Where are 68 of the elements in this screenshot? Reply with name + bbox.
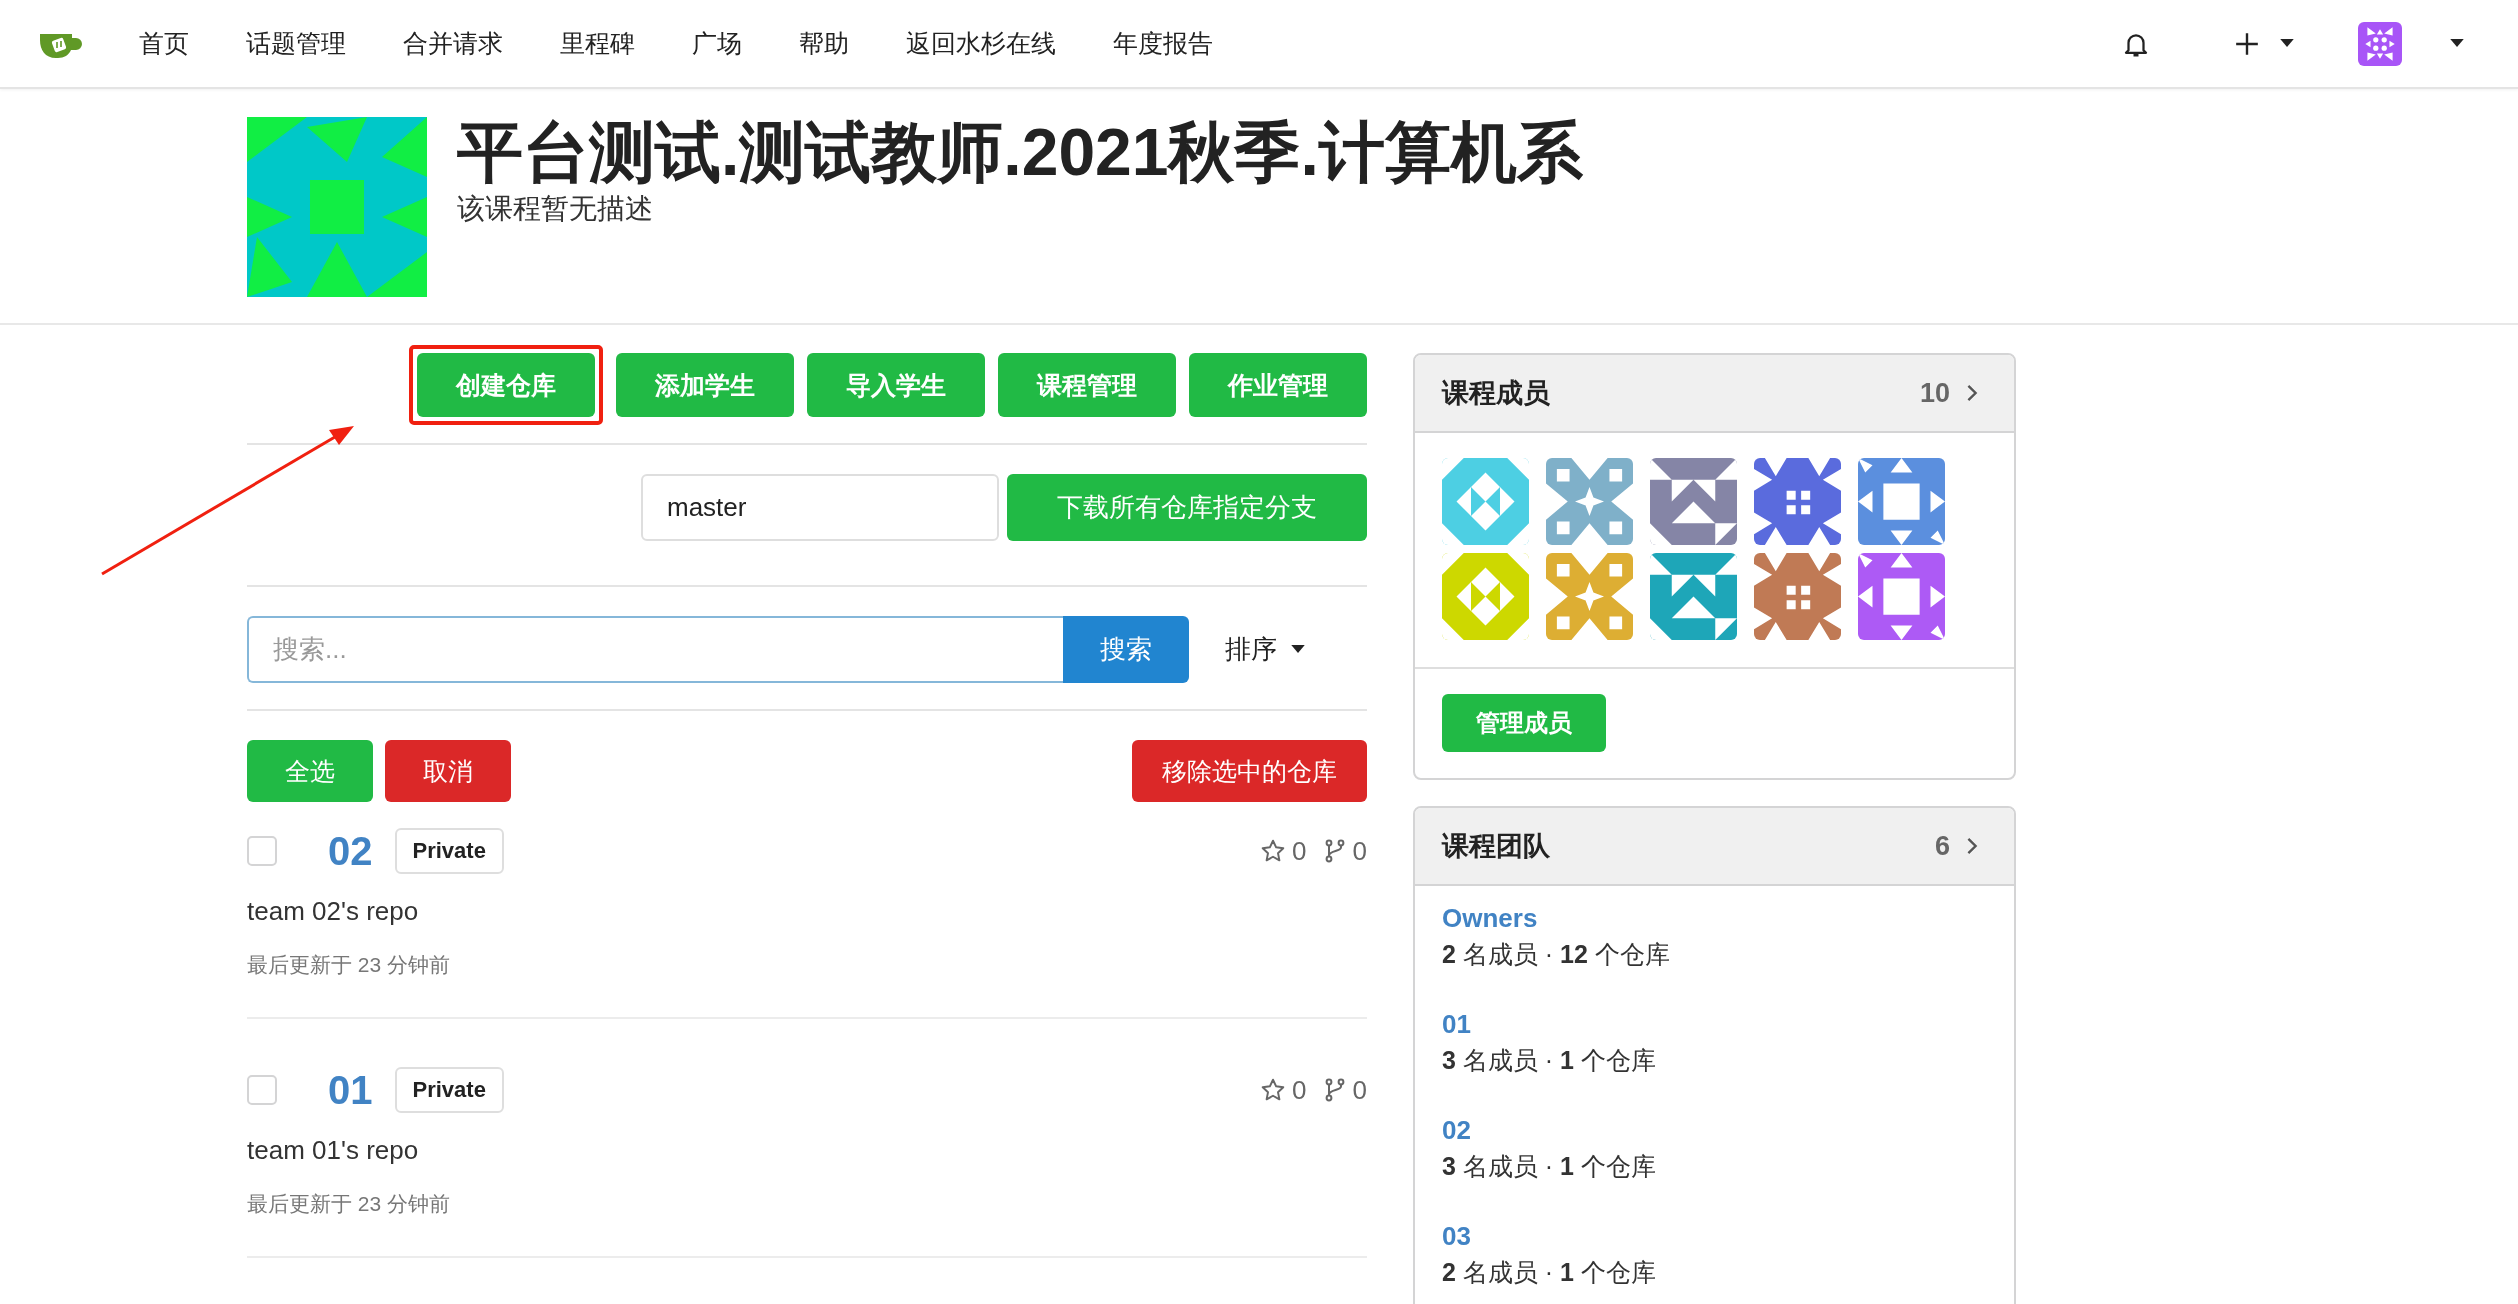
team-name-link[interactable]: Owners [1442,900,1987,936]
team-stats: 2 名成员 · 12 个仓库 [1442,939,1671,970]
nav-link[interactable]: 合并请求 [403,27,503,60]
nav-link[interactable]: 里程碑 [560,27,635,60]
star-icon [1260,838,1287,864]
select-all-button[interactable]: 全选 [247,740,373,802]
member-avatar[interactable] [1546,458,1633,545]
download-branch-button[interactable]: 下载所有仓库指定分支 [1007,474,1367,541]
fork-count: 0 [1352,835,1367,867]
star-count: 0 [1292,1074,1307,1106]
plus-icon[interactable] [2234,30,2260,57]
member-avatar[interactable] [1650,458,1737,545]
member-avatar[interactable] [1442,458,1529,545]
team-stats: 2 名成员 · 1 个仓库 [1442,1257,1657,1288]
star-count: 0 [1292,835,1307,867]
remove-selected-button[interactable]: 移除选中的仓库 [1132,740,1367,802]
team-name-link[interactable]: 02 [1442,1112,1987,1148]
course-title: 平台测试.测试教师.2021秋季.计算机系 [457,114,1583,191]
count-text: 6 [1934,830,1950,862]
chevron-right-icon[interactable] [1966,836,1978,856]
caret-icon[interactable] [2450,39,2464,48]
action-button[interactable]: 导入学生 [807,353,985,417]
visibility-badge: Private [394,828,504,874]
cancel-button[interactable]: 取消 [385,740,511,802]
repo-checkbox[interactable] [247,1075,277,1105]
search-button[interactable]: 搜索 [1063,616,1189,683]
card-title: 课程成员 [1442,377,1550,410]
nav-link[interactable]: 话题管理 [246,27,346,60]
last-updated-text: 最后更新于 23 分钟前 [247,1191,452,1217]
member-avatar[interactable] [1858,553,1945,640]
visibility-badge: Private [394,1067,504,1113]
last-updated-text: 最后更新于 23 分钟前 [247,952,452,978]
member-avatar[interactable] [1754,458,1841,545]
repo-checkbox[interactable] [247,836,277,866]
member-avatar[interactable] [1754,553,1841,640]
team-name-link[interactable]: 03 [1442,1218,1987,1254]
action-button[interactable]: 作业管理 [1189,353,1367,417]
chevron-right-icon[interactable] [1966,383,1978,403]
team-name-link[interactable]: 01 [1442,1006,1987,1042]
card-title: 课程团队 [1442,830,1550,863]
search-field[interactable]: 搜索... [247,616,1063,683]
count-text: 10 [1919,377,1950,409]
manage-members-button[interactable]: 管理成员 [1442,694,1606,752]
star-icon [1260,1077,1287,1103]
action-button[interactable]: 创建仓库 [417,353,595,417]
team-stats: 3 名成员 · 1 个仓库 [1442,1151,1657,1182]
course-description: 该课程暂无描述 [457,191,654,226]
nav-link[interactable]: 首页 [139,27,189,60]
caret-icon[interactable] [2280,39,2294,48]
nav-link[interactable]: 返回水杉在线 [906,27,1056,60]
repo-description: team 01's repo [247,1135,420,1166]
nav-link[interactable]: 广场 [692,27,742,60]
action-button[interactable]: 添加学生 [616,353,794,417]
branch-field[interactable]: master [641,474,999,541]
sort-dropdown[interactable]: 排序 [1225,632,1305,667]
caret-icon[interactable] [1291,645,1305,654]
team-stats: 3 名成员 · 1 个仓库 [1442,1045,1657,1076]
user-avatar[interactable] [2358,21,2402,66]
action-button[interactable]: 课程管理 [998,353,1176,417]
repo-name-link[interactable]: 01 [328,1067,373,1113]
fork-count: 0 [1352,1074,1367,1106]
member-avatar[interactable] [1650,553,1737,640]
repo-name-link[interactable]: 02 [328,828,373,874]
member-avatar[interactable] [1546,553,1633,640]
nav-link[interactable]: 年度报告 [1113,27,1213,60]
member-avatar[interactable] [1858,458,1945,545]
nav-link[interactable]: 帮助 [799,27,849,60]
repo-description: team 02's repo [247,896,420,927]
